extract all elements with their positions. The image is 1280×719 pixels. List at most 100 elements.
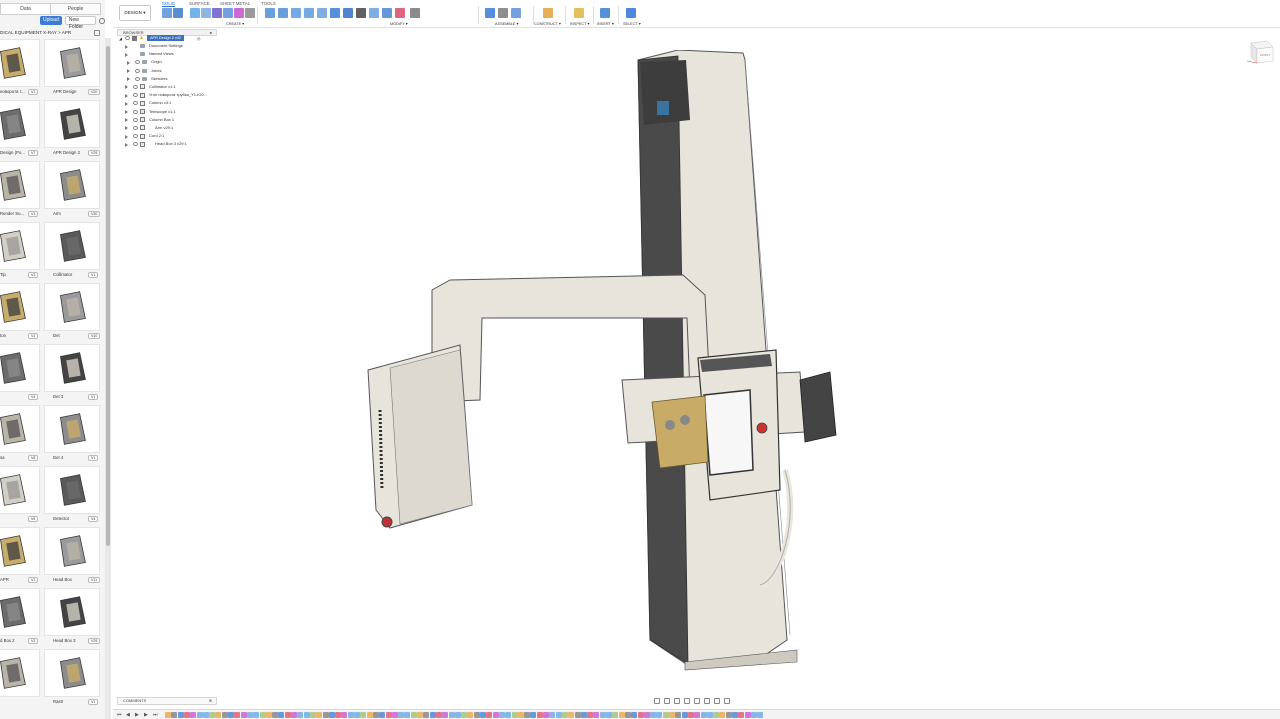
timeline-feature[interactable] — [246, 712, 253, 718]
file-item[interactable] — [0, 649, 42, 708]
timeline-feature[interactable] — [587, 712, 594, 718]
timeline-feature[interactable] — [738, 712, 745, 718]
file-thumbnail[interactable] — [44, 39, 100, 87]
timeline-feature[interactable] — [183, 712, 190, 718]
collimator-back[interactable] — [799, 371, 837, 443]
timeline-feature[interactable] — [599, 712, 606, 718]
eye-icon[interactable] — [133, 134, 138, 139]
file-item[interactable]: Detector V4 — [44, 466, 102, 525]
file-thumbnail[interactable] — [0, 39, 40, 87]
version-badge[interactable]: V11 — [88, 577, 101, 583]
timeline-feature[interactable] — [354, 712, 360, 718]
expand-icon[interactable] — [125, 110, 128, 114]
breadcrumb[interactable]: DICAL EQUIPMENT X-RAY > APR — [0, 30, 71, 35]
browser-row[interactable]: Cord 2:1 — [117, 132, 217, 140]
timeline-feature[interactable] — [687, 712, 694, 718]
timeline-feature[interactable] — [555, 712, 562, 718]
timeline-feature[interactable] — [297, 712, 304, 718]
version-badge[interactable]: V29 — [88, 638, 101, 644]
file-thumbnail[interactable] — [0, 283, 40, 331]
browser-row[interactable]: Arm v29:1 — [117, 124, 217, 132]
align-icon[interactable] — [369, 8, 379, 18]
file-item[interactable]: Det 4 V1 — [44, 405, 102, 464]
timeline-feature[interactable] — [303, 712, 310, 718]
timeline-feature[interactable] — [284, 712, 291, 718]
select-icon[interactable] — [626, 8, 636, 18]
timeline-feature[interactable] — [492, 712, 499, 718]
file-item[interactable]: Det V10 — [44, 283, 102, 342]
insert-image-icon[interactable] — [600, 8, 610, 18]
gear-icon[interactable] — [99, 17, 105, 24]
version-badge[interactable]: V3 — [28, 211, 39, 217]
expand-icon[interactable] — [125, 134, 128, 139]
timeline-feature[interactable] — [536, 712, 543, 718]
create-sketch-icon[interactable] — [173, 8, 183, 18]
expand-icon[interactable] — [125, 101, 128, 106]
viewports-icon[interactable] — [724, 698, 730, 704]
timeline-feature[interactable] — [694, 712, 701, 718]
eye-icon[interactable] — [133, 101, 138, 106]
file-item[interactable]: ton V1 — [0, 283, 42, 342]
detector-button[interactable] — [381, 516, 393, 528]
timeline-feature[interactable] — [196, 712, 203, 718]
version-badge[interactable]: V29 — [88, 150, 101, 156]
file-item[interactable]: Collimator V1 — [44, 222, 102, 281]
file-item[interactable]: V4 — [0, 344, 42, 403]
timeline-feature[interactable] — [662, 712, 669, 718]
eye-icon[interactable] — [125, 36, 130, 40]
chamfer-icon[interactable] — [291, 8, 301, 18]
group-assemble[interactable]: ASSEMBLE ▾ — [495, 21, 518, 26]
expand-icon[interactable] — [125, 52, 128, 57]
data-panel-scrollbar[interactable] — [105, 38, 111, 719]
timeline-feature[interactable] — [366, 712, 373, 718]
scale-icon[interactable] — [382, 8, 392, 18]
group-create[interactable]: CREATE ▾ — [226, 21, 244, 26]
version-badge[interactable]: V1 — [28, 89, 39, 95]
timeline-feature[interactable] — [467, 712, 474, 718]
group-inspect[interactable]: INSPECT ▾ — [570, 21, 589, 26]
group-insert[interactable]: INSERT ▾ — [597, 21, 614, 26]
version-badge[interactable]: V10 — [88, 333, 101, 339]
file-item[interactable]: d Box 2 V3 — [0, 588, 42, 647]
grid-icon[interactable] — [714, 698, 720, 704]
file-item[interactable]: sa V8 — [0, 405, 42, 464]
version-badge[interactable]: V3 — [28, 638, 39, 644]
timeline-feature[interactable] — [328, 712, 335, 718]
timeline-feature[interactable] — [347, 712, 354, 718]
timeline-feature[interactable] — [612, 712, 619, 718]
timeline-feature[interactable] — [442, 712, 449, 718]
timeline-feature[interactable] — [234, 712, 241, 718]
timeline-feature[interactable] — [215, 712, 222, 718]
timeline-feature[interactable] — [631, 712, 638, 718]
timeline-feature[interactable] — [429, 712, 436, 718]
file-thumbnail[interactable] — [0, 466, 40, 514]
tab-people[interactable]: People — [51, 4, 100, 14]
file-thumbnail[interactable] — [44, 466, 100, 514]
first-icon[interactable]: ⏮ — [117, 712, 122, 718]
timeline-feature[interactable] — [391, 712, 398, 718]
group-construct[interactable]: CONSTRUCT ▾ — [534, 21, 561, 26]
expand-icon[interactable] — [127, 60, 130, 65]
timeline-feature[interactable] — [316, 712, 323, 718]
group-modify[interactable]: MODIFY ▾ — [390, 21, 408, 26]
eye-icon[interactable] — [133, 84, 138, 89]
appearance-icon[interactable] — [395, 8, 405, 18]
version-badge[interactable]: V1 — [88, 699, 99, 705]
timeline-feature[interactable] — [291, 712, 297, 718]
tab-solid[interactable]: SOLID — [162, 1, 176, 7]
timeline-feature[interactable] — [675, 712, 682, 718]
new-assembly-icon[interactable] — [485, 8, 495, 18]
timeline-feature[interactable] — [435, 712, 442, 718]
version-badge[interactable]: V1 — [28, 577, 39, 583]
timeline-feature[interactable] — [606, 712, 612, 718]
loft-icon[interactable] — [223, 8, 233, 18]
file-thumbnail[interactable] — [0, 649, 40, 697]
last-icon[interactable]: ⏭ — [153, 712, 158, 718]
control-screen[interactable] — [703, 389, 754, 476]
timeline-feature[interactable] — [706, 712, 713, 718]
draft-icon[interactable] — [317, 8, 327, 18]
file-item[interactable]: APR Design V20 — [44, 39, 102, 98]
browser-row[interactable]: Collimator v1:1 — [117, 83, 217, 91]
file-thumbnail[interactable] — [44, 405, 100, 453]
timeline-feature[interactable] — [240, 712, 247, 718]
